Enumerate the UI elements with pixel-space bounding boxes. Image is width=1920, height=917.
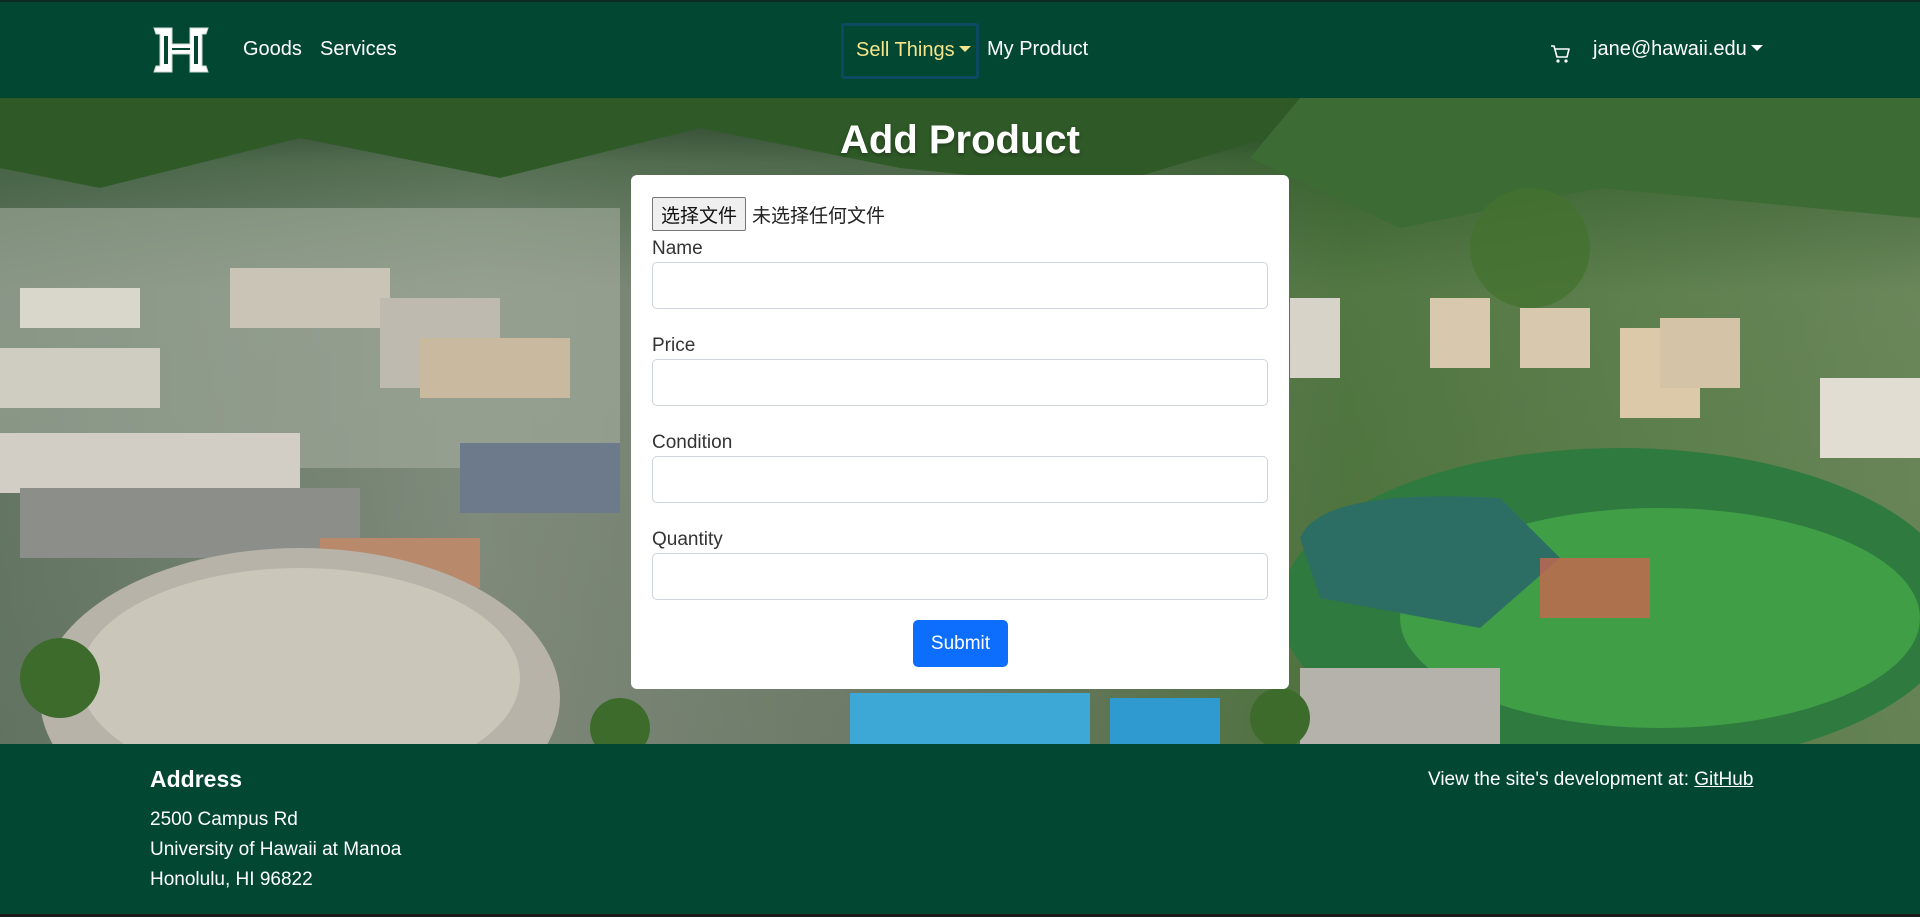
address-line: University of Hawaii at Manoa (150, 839, 402, 860)
user-email-label: jane@hawaii.edu (1593, 38, 1747, 60)
sell-things-label: Sell Things (856, 39, 955, 61)
site-footer: Address 2500 Campus Rd University of Haw… (0, 744, 1920, 914)
page-title: Add Product (840, 118, 1080, 162)
name-input[interactable] (652, 262, 1268, 309)
nav-sell-things-dropdown[interactable]: Sell Things (841, 23, 979, 79)
shopping-cart-icon[interactable] (1550, 43, 1572, 65)
github-link[interactable]: GitHub (1694, 769, 1753, 790)
dev-note: View the site's development at: GitHub (1428, 769, 1753, 791)
price-label: Price (652, 335, 696, 356)
price-input[interactable] (652, 359, 1268, 406)
submit-button[interactable]: Submit (913, 620, 1008, 667)
file-status-text: 未选择任何文件 (752, 204, 886, 227)
file-upload: 选择文件 未选择任何文件 (652, 197, 885, 231)
add-product-form: 选择文件 未选择任何文件 Name Price Condition Quanti… (631, 175, 1289, 689)
chevron-down-icon (958, 45, 971, 52)
choose-file-button[interactable]: 选择文件 (652, 197, 747, 231)
chevron-down-icon (1750, 44, 1763, 51)
uh-h-logo-icon[interactable] (150, 26, 212, 74)
nav-services-link[interactable]: Services (320, 38, 397, 61)
condition-label: Condition (652, 432, 733, 453)
quantity-label: Quantity (652, 529, 723, 550)
address-heading: Address (150, 766, 243, 792)
top-navbar: Goods Services Sell Things My Product ja… (0, 0, 1920, 98)
address-line: Honolulu, HI 96822 (150, 869, 313, 890)
address-line: 2500 Campus Rd (150, 809, 298, 830)
quantity-input[interactable] (652, 553, 1268, 600)
user-account-dropdown[interactable]: jane@hawaii.edu (1593, 38, 1763, 61)
nav-my-product-link[interactable]: My Product (987, 38, 1088, 61)
nav-goods-link[interactable]: Goods (243, 38, 302, 61)
name-label: Name (652, 238, 703, 259)
dev-note-text: View the site's development at: (1428, 769, 1695, 790)
condition-input[interactable] (652, 456, 1268, 503)
